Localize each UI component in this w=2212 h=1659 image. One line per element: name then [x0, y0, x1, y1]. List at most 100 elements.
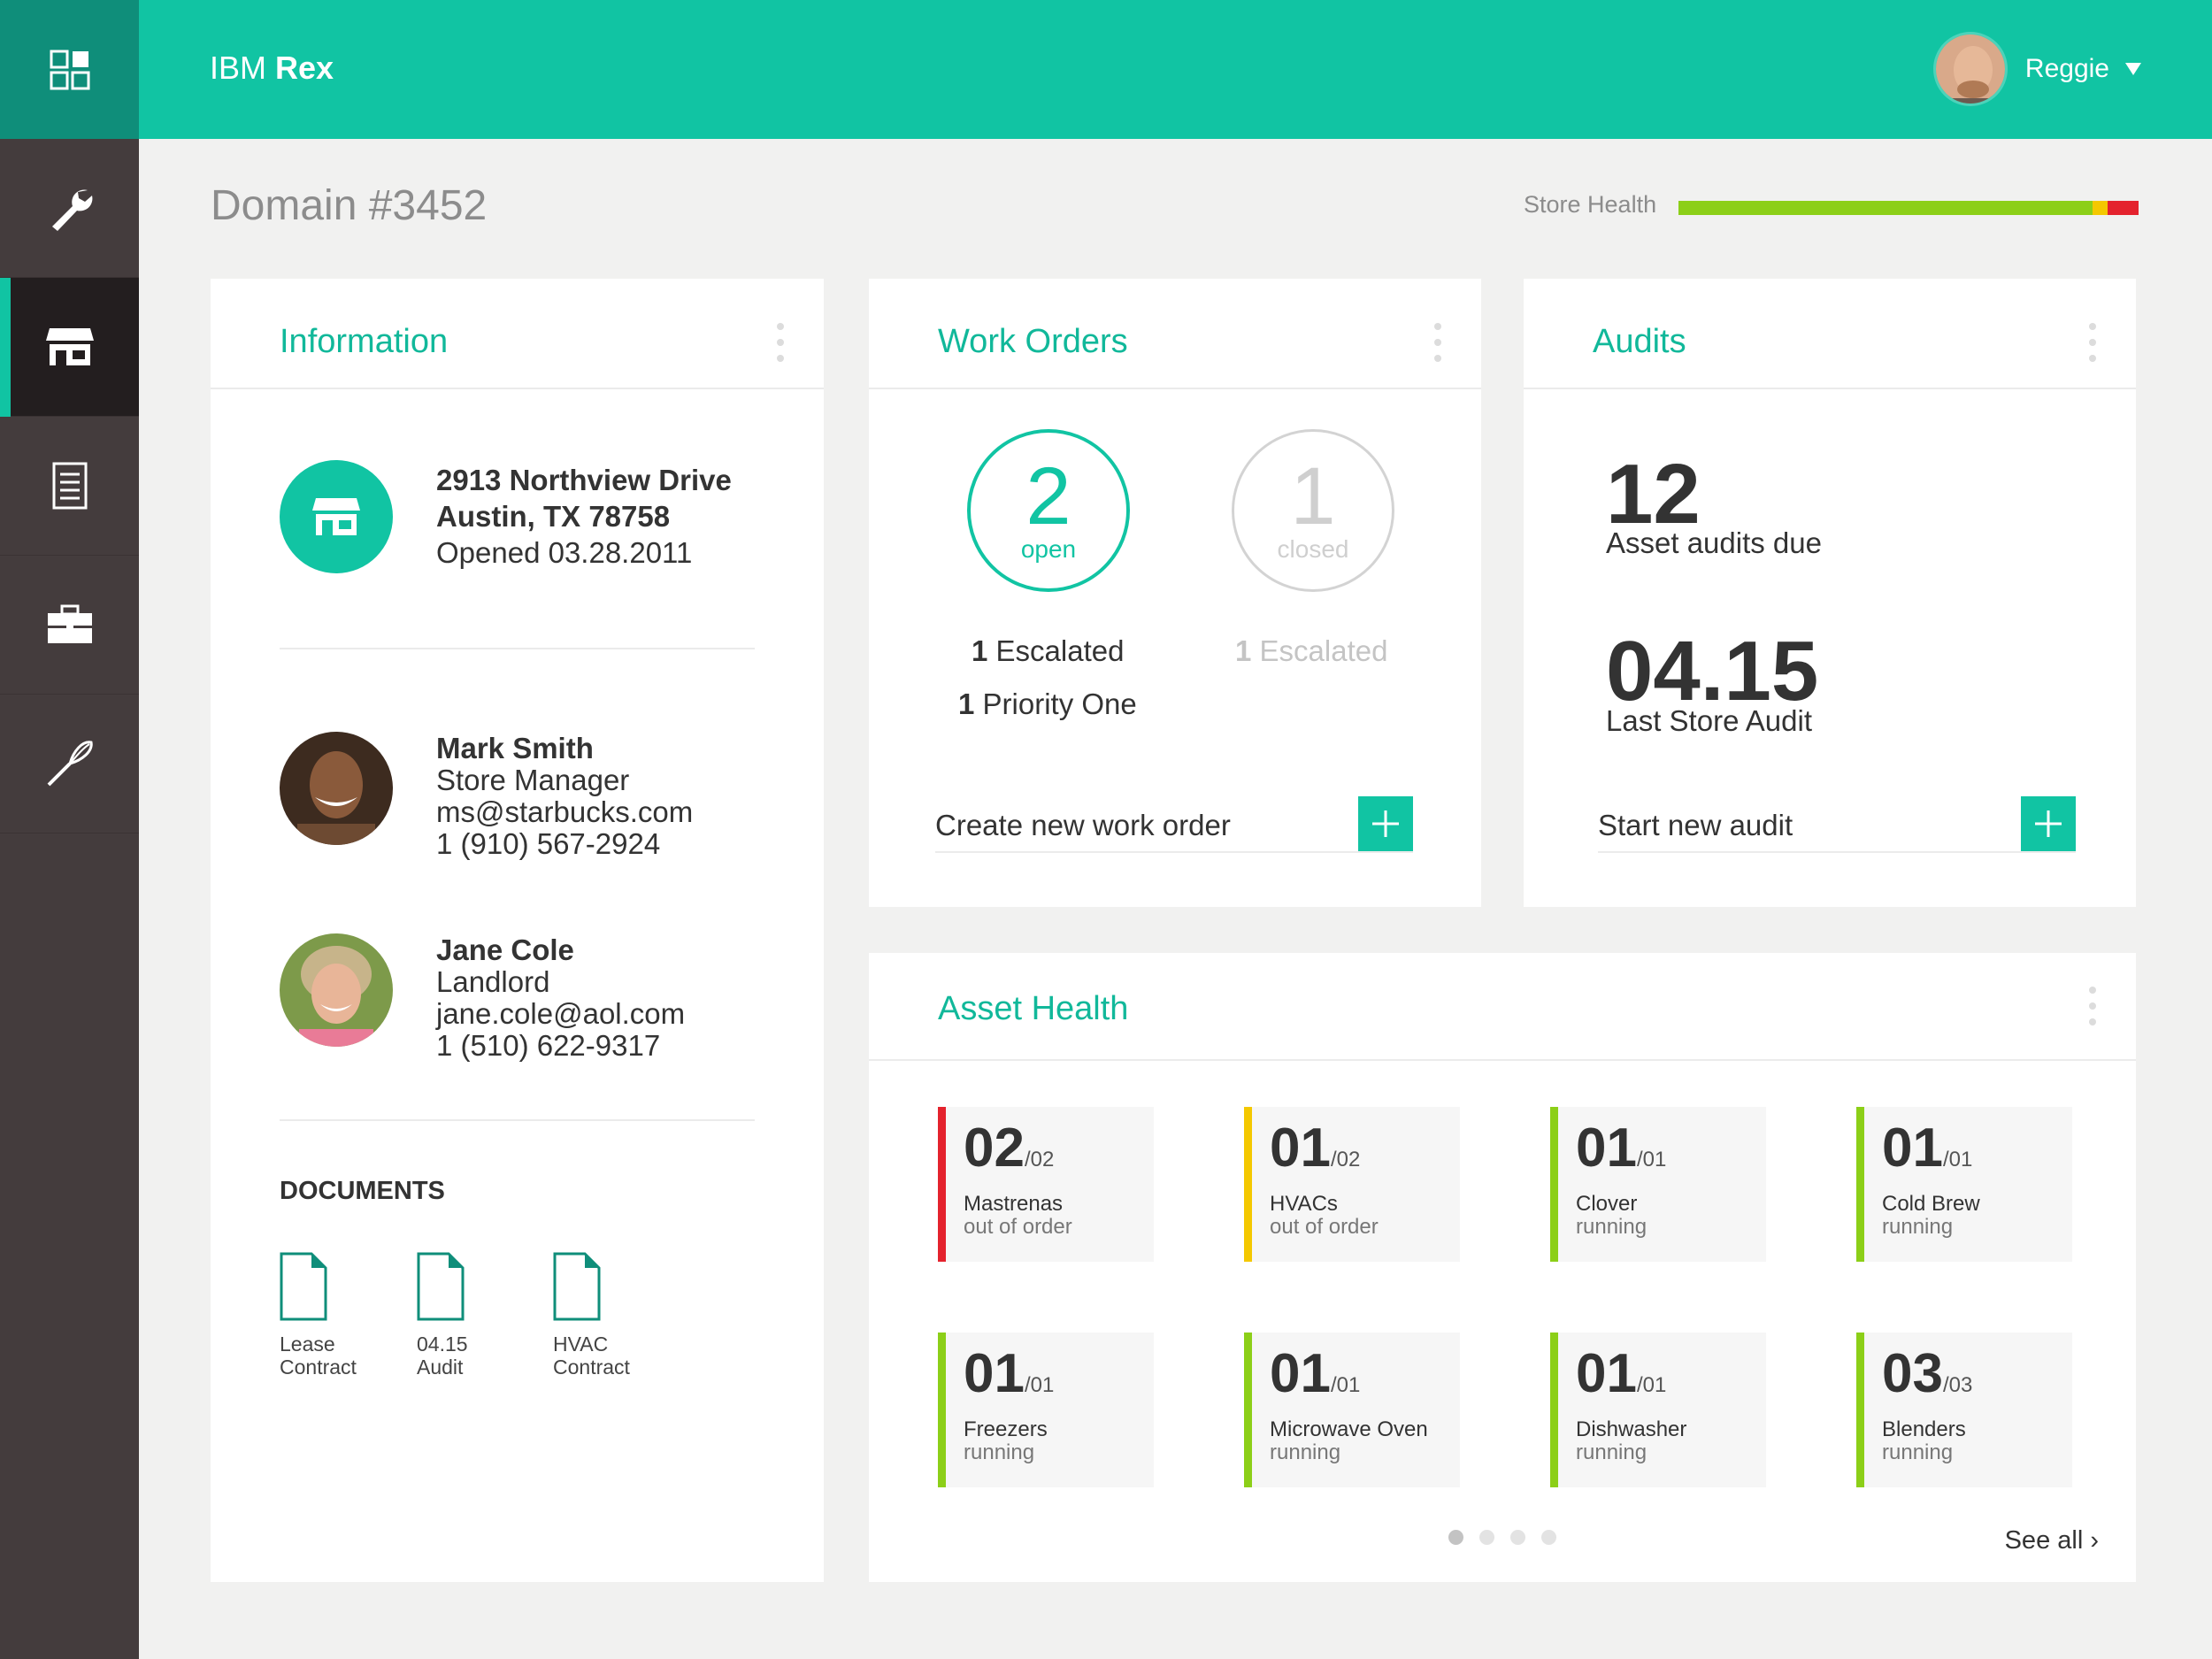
clipboard-icon: [52, 462, 87, 510]
closed-escalated-label: Escalated: [1259, 634, 1388, 667]
asset-tile[interactable]: 01/01 Microwave Oven running: [1244, 1333, 1460, 1487]
contact-jane: Jane Cole Landlord jane.cole@aol.com 1 (…: [436, 934, 685, 1062]
contact-role: Store Manager: [436, 764, 630, 796]
document-icon: [280, 1252, 327, 1321]
document-label: 04.15: [417, 1333, 468, 1356]
information-card: Information 2913 Northview Drive Austin,…: [211, 279, 824, 1582]
app-brand: IBM: [210, 50, 267, 86]
contact-name: Jane Cole: [436, 933, 574, 966]
asset-name: HVACs: [1270, 1192, 1338, 1216]
whisk-icon: [47, 741, 93, 787]
page-dot[interactable]: [1510, 1530, 1525, 1545]
sidebar-item-maintenance[interactable]: [0, 139, 139, 278]
document-lease-contract[interactable]: Lease Contract: [280, 1252, 377, 1379]
open-priority-one: 1 Priority One: [958, 687, 1137, 721]
document-label: Audit: [417, 1356, 464, 1379]
asset-tile[interactable]: 03/03 Blenders running: [1856, 1333, 2072, 1487]
see-all-link[interactable]: See all ›: [2005, 1526, 2099, 1555]
asset-status: running: [964, 1440, 1035, 1464]
store-address: 2913 Northview Drive Austin, TX 78758 Op…: [436, 462, 732, 571]
app-title[interactable]: IBM Rex: [210, 50, 334, 87]
contact-email[interactable]: ms@starbucks.com: [436, 796, 693, 828]
asset-tile[interactable]: 01/01 Dishwasher running: [1550, 1333, 1766, 1487]
contact-name: Mark Smith: [436, 732, 594, 764]
dashboard-icon: [50, 50, 89, 89]
sidebar-item-kitchen[interactable]: [0, 695, 139, 833]
asset-tile[interactable]: 02/02 Mastrenas out of order: [938, 1107, 1154, 1262]
store-health-bar: [1678, 201, 2139, 215]
asset-tile[interactable]: 01/01 Cold Brew running: [1856, 1107, 2072, 1262]
create-work-order-row: Create new work order: [935, 796, 1413, 853]
more-options-icon[interactable]: [2089, 987, 2096, 1025]
asset-count: 03/03: [1882, 1343, 1973, 1404]
address-line1: 2913 Northview Drive: [436, 464, 732, 496]
briefcase-icon: [47, 604, 92, 643]
closed-work-orders[interactable]: 1 closed: [1232, 429, 1394, 592]
address-line2: Austin, TX 78758: [436, 500, 671, 533]
audits-card-header: Audits: [1524, 279, 2136, 389]
asset-tile[interactable]: 01/01 Clover running: [1550, 1107, 1766, 1262]
plus-icon: [2035, 810, 2062, 837]
open-work-orders[interactable]: 2 open: [967, 429, 1130, 592]
sidebar-item-projects[interactable]: [0, 556, 139, 695]
document-audit[interactable]: 04.15 Audit: [417, 1252, 514, 1379]
opened-date: Opened 03.28.2011: [436, 536, 693, 569]
page-dot[interactable]: [1448, 1530, 1463, 1545]
sidebar-item-reports[interactable]: [0, 417, 139, 556]
asset-name: Microwave Oven: [1270, 1417, 1428, 1441]
information-title: Information: [280, 323, 449, 360]
open-label: open: [1020, 535, 1077, 563]
asset-name: Dishwasher: [1576, 1417, 1687, 1441]
start-audit-link[interactable]: Start new audit: [1598, 809, 1793, 842]
asset-name: Mastrenas: [964, 1192, 1064, 1216]
asset-tile[interactable]: 01/01 Freezers running: [938, 1333, 1154, 1487]
open-escalated-label: Escalated: [995, 634, 1125, 667]
contact-email[interactable]: jane.cole@aol.com: [436, 998, 685, 1030]
asset-count: 01/01: [964, 1343, 1055, 1404]
closed-escalated-count: 1: [1235, 634, 1252, 667]
sidebar-item-store[interactable]: [0, 278, 139, 417]
document-hvac-contract[interactable]: HVAC Contract: [553, 1252, 650, 1379]
asset-status: running: [1270, 1440, 1341, 1464]
user-avatar: [1932, 32, 2008, 106]
asset-tile[interactable]: 01/02 HVACs out of order: [1244, 1107, 1460, 1262]
start-audit-button[interactable]: [2021, 796, 2076, 851]
page-dot[interactable]: [1479, 1530, 1494, 1545]
pagination-dots: [1448, 1530, 1556, 1545]
contact-phone[interactable]: 1 (910) 567-2924: [436, 828, 693, 860]
contact-role: Landlord: [436, 965, 550, 998]
create-work-order-button[interactable]: [1358, 796, 1413, 851]
audits-due-count: 12: [1606, 447, 1701, 541]
contact-phone[interactable]: 1 (510) 622-9317: [436, 1030, 685, 1062]
asset-status: running: [1882, 1215, 1954, 1239]
store-icon: [312, 498, 360, 535]
work-orders-card-header: Work Orders: [869, 279, 1481, 389]
store-health-good: [1678, 201, 2093, 215]
user-menu[interactable]: Reggie: [1932, 32, 2141, 106]
sidebar-item-dashboard[interactable]: [0, 0, 139, 139]
more-options-icon[interactable]: [1434, 323, 1441, 362]
asset-name: Cold Brew: [1882, 1192, 1980, 1216]
asset-status: out of order: [964, 1215, 1072, 1239]
contact-photo-jane: [280, 933, 393, 1047]
store-health-critical: [2108, 201, 2139, 215]
start-audit-row: Start new audit: [1598, 796, 2076, 853]
asset-count: 01/01: [1270, 1343, 1361, 1404]
user-name: Reggie: [2024, 54, 2109, 83]
more-options-icon[interactable]: [2089, 323, 2096, 362]
asset-count: 01/01: [1576, 1343, 1667, 1404]
asset-count: 01/01: [1882, 1118, 1973, 1179]
more-options-icon[interactable]: [777, 323, 784, 362]
asset-name: Blenders: [1882, 1417, 1966, 1441]
last-audit-label: Last Store Audit: [1606, 704, 1812, 737]
store-health-label: Store Health: [1524, 191, 1657, 218]
asset-count: 02/02: [964, 1118, 1055, 1179]
asset-health-card: Asset Health 02/02 Mastrenas out of order 0…: [869, 953, 2136, 1582]
store-health-warning: [2092, 201, 2108, 215]
asset-status: running: [1576, 1215, 1647, 1239]
page-dot[interactable]: [1541, 1530, 1556, 1545]
plus-icon: [1372, 810, 1399, 837]
open-escalated: 1 Escalated: [972, 634, 1124, 668]
create-work-order-link[interactable]: Create new work order: [935, 809, 1231, 842]
document-icon: [553, 1252, 601, 1321]
